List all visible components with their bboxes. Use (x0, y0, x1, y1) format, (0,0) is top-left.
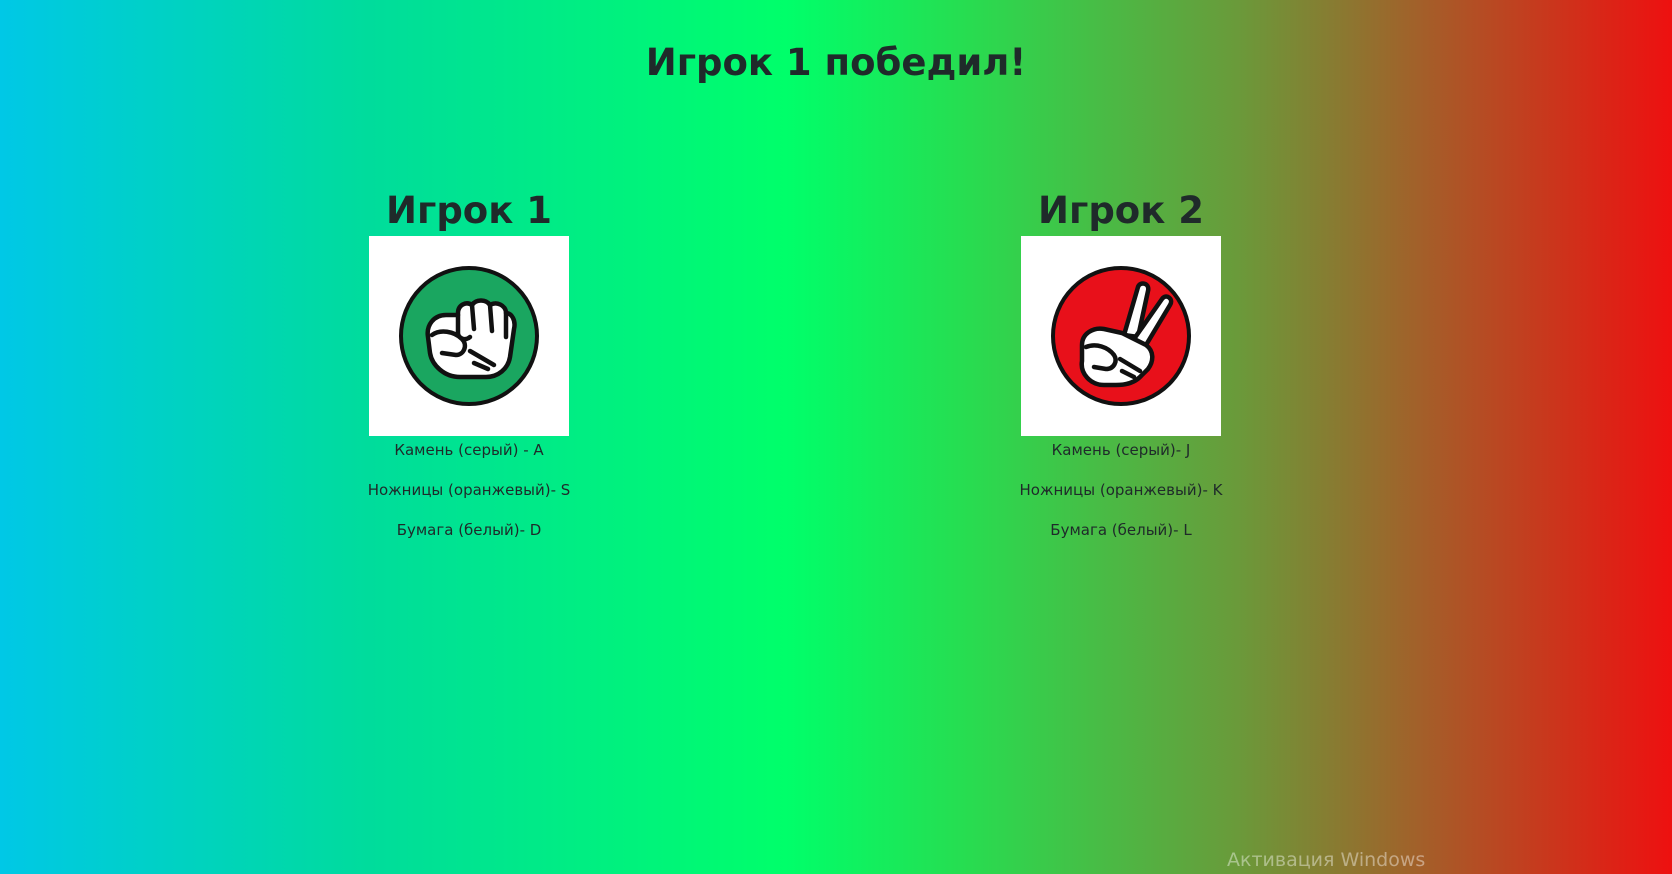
player-1-control-rock: Камень (серый) - A (394, 441, 544, 459)
player-1-panel: Игрок 1 Камень (серый) - A Ножницы (оран… (339, 186, 599, 560)
player-2-name: Игрок 2 (1038, 189, 1204, 232)
scissors-peace-icon (1051, 266, 1191, 406)
player-1-name: Игрок 1 (386, 189, 552, 232)
player-2-panel: Игрок 2 Камень (серый)- J Ножницы (оранж… (991, 186, 1251, 560)
result-title: Игрок 1 победил! (645, 41, 1027, 84)
windows-activation-watermark: Активация Windows (1227, 849, 1426, 871)
player-2-choice-card (1021, 236, 1221, 436)
player-1-choice-card (369, 236, 569, 436)
player-1-control-paper: Бумага (белый)- D (396, 521, 542, 539)
rock-fist-icon (399, 266, 539, 406)
player-1-controls: Камень (серый) - A Ножницы (оранжевый)- … (339, 440, 599, 540)
player-2-control-paper: Бумага (белый)- L (1050, 521, 1192, 539)
player-1-control-scissors: Ножницы (оранжевый)- S (367, 481, 571, 499)
player-2-control-rock: Камень (серый)- J (1051, 441, 1191, 459)
player-2-control-scissors: Ножницы (оранжевый)- K (1019, 481, 1223, 499)
player-2-controls: Камень (серый)- J Ножницы (оранжевый)- K… (991, 440, 1251, 540)
